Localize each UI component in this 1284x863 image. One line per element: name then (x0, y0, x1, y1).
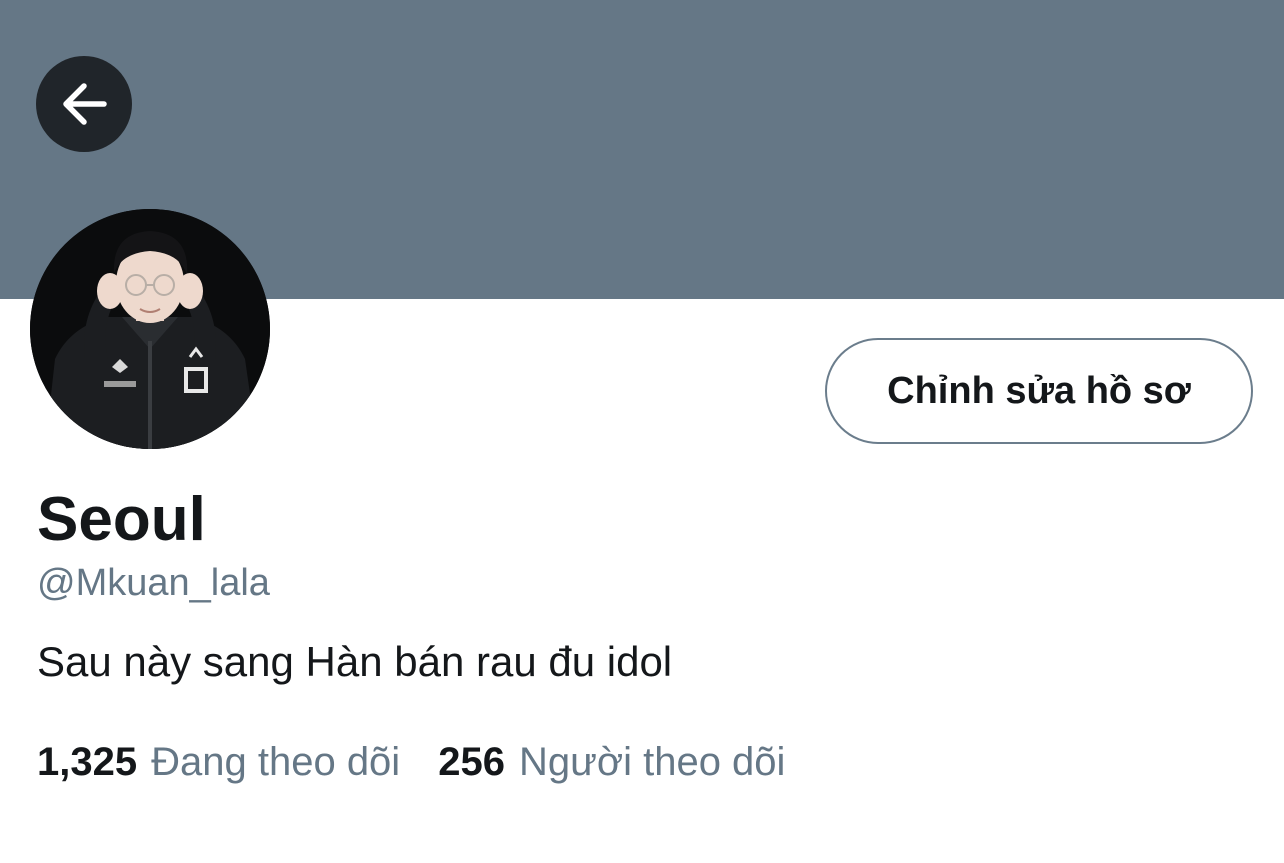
back-button[interactable] (36, 56, 132, 152)
following-link[interactable]: 1,325 Đang theo dõi (37, 738, 400, 786)
username-handle: @Mkuan_lala (37, 562, 270, 604)
following-count: 1,325 (37, 740, 138, 784)
profile-bio: Sau này sang Hàn bán rau đu idol (37, 638, 673, 685)
follow-stats: 1,325 Đang theo dõi 256 Người theo dõi (37, 738, 785, 786)
edit-profile-button[interactable]: Chỉnh sửa hồ sơ (825, 338, 1253, 444)
followers-link[interactable]: 256 Người theo dõi (438, 738, 785, 786)
following-label: Đang theo dõi (151, 740, 401, 784)
arrow-left-icon (58, 78, 110, 130)
avatar[interactable] (30, 209, 270, 449)
profile-page: Chỉnh sửa hồ sơ Seoul @Mkuan_lala Sau nà… (0, 0, 1284, 863)
followers-label: Người theo dõi (518, 740, 786, 784)
display-name: Seoul (37, 485, 206, 554)
followers-count: 256 (438, 740, 505, 784)
